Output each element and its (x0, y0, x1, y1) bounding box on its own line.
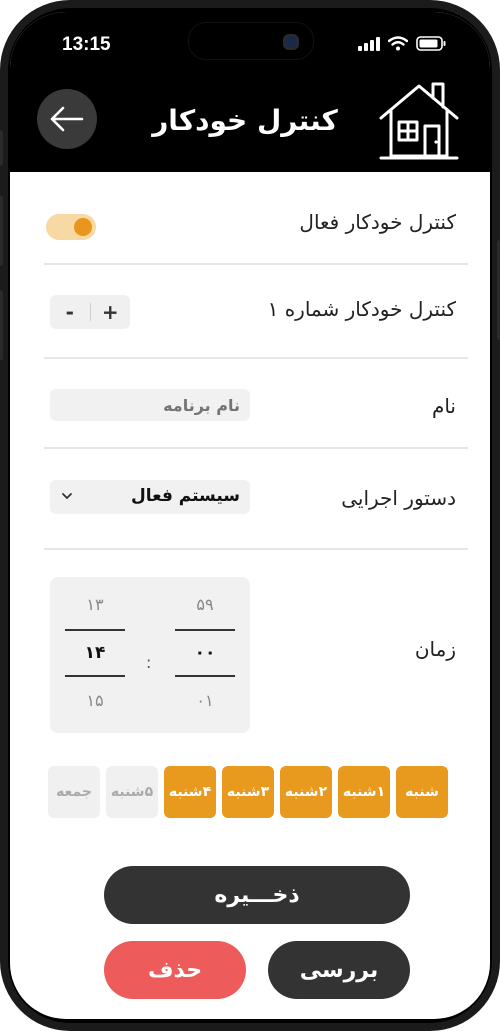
status-icons (358, 36, 446, 51)
auto-control-toggle[interactable] (46, 214, 96, 240)
house-icon (379, 82, 459, 160)
divider (44, 263, 468, 265)
divider (44, 548, 468, 550)
minute-prev: ۵۹ (196, 595, 214, 614)
time-separator: : (146, 653, 152, 672)
day-tuesday[interactable]: ۳شنبه (222, 766, 274, 818)
page-title: کنترل خودکار (152, 104, 338, 137)
minus-button[interactable]: - (50, 295, 90, 329)
divider (44, 357, 468, 359)
hour-next: ۱۵ (86, 691, 104, 710)
toggle-knob (74, 218, 92, 236)
wifi-icon (388, 36, 408, 51)
battery-icon (416, 36, 446, 51)
hour-wheel[interactable]: ۱۳ ۱۴ ۱۵ (65, 593, 125, 713)
side-button (0, 196, 3, 266)
minute-next: ۰۱ (196, 691, 214, 710)
minute-wheel[interactable]: ۵۹ ۰۰ ۰۱ (175, 593, 235, 713)
plus-button[interactable]: + (91, 295, 131, 329)
hour-prev: ۱۳ (86, 595, 104, 614)
minute-current: ۰۰ (194, 643, 216, 663)
side-button (0, 130, 3, 166)
day-sunday[interactable]: ۱شنبه (338, 766, 390, 818)
side-button (0, 290, 3, 360)
arrow-left-icon (50, 106, 84, 132)
hour-current: ۱۴ (84, 643, 106, 663)
camera-icon (283, 34, 299, 50)
name-label: نام (431, 394, 456, 418)
number-stepper: - + (50, 295, 130, 329)
day-thursday[interactable]: ۵شنبه (106, 766, 158, 818)
screen: 13:15 کنترل خودکار کنترل خودکار فعال کنت… (10, 12, 490, 1019)
weekday-selector: جمعه ۵شنبه ۴شنبه ۳شنبه ۲شنبه ۱شنبه شنبه (48, 766, 450, 818)
phone-frame: 13:15 کنترل خودکار کنترل خودکار فعال کنت… (0, 0, 500, 1031)
day-wednesday[interactable]: ۴شنبه (164, 766, 216, 818)
command-select[interactable]: سیستم فعال (50, 480, 250, 514)
time-label: زمان (414, 637, 456, 661)
chevron-down-icon (62, 493, 72, 500)
auto-control-number-label: کنترل خودکار شماره ۱ (267, 297, 456, 321)
header: 13:15 کنترل خودکار (10, 12, 490, 172)
delete-button[interactable]: حذف (104, 941, 246, 999)
command-label: دستور اجرایی (341, 486, 456, 510)
day-monday[interactable]: ۲شنبه (280, 766, 332, 818)
day-friday[interactable]: جمعه (48, 766, 100, 818)
review-button[interactable]: بررسی (268, 941, 410, 999)
command-selected-value: سیستم فعال (130, 486, 240, 506)
divider (44, 447, 468, 449)
name-input[interactable] (50, 389, 250, 421)
day-saturday[interactable]: شنبه (396, 766, 448, 818)
status-time: 13:15 (62, 34, 111, 55)
time-picker: ۱۳ ۱۴ ۱۵ : ۵۹ ۰۰ ۰۱ (50, 577, 250, 733)
back-button[interactable] (37, 89, 97, 149)
save-button[interactable]: ذخـــیره (104, 866, 410, 924)
auto-control-active-label: کنترل خودکار فعال (299, 210, 456, 234)
dynamic-island (188, 22, 314, 60)
signal-icon (358, 37, 380, 51)
